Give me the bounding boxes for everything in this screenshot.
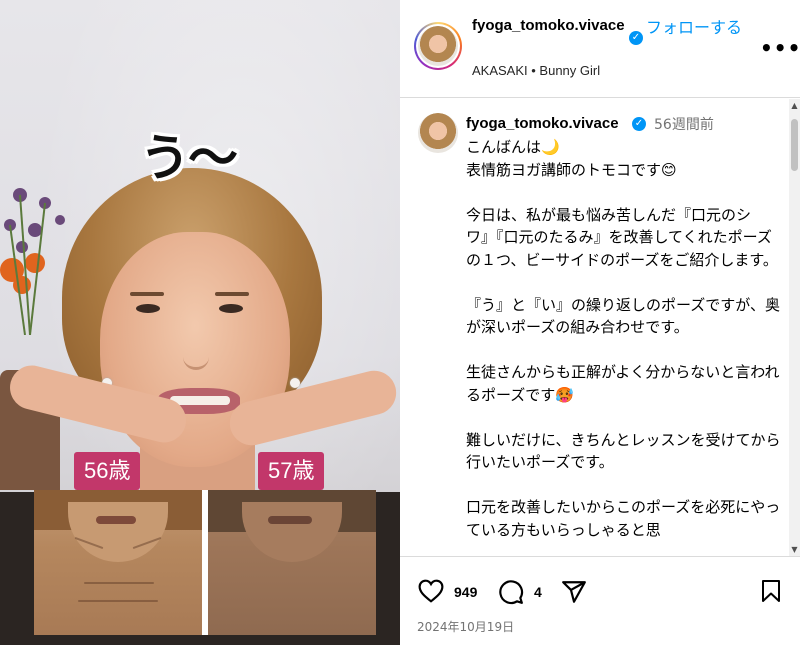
comment-avatar[interactable] — [418, 113, 458, 153]
verified-icon: ✓ — [632, 117, 646, 131]
post-sidebar: fyoga_tomoko.vivace ✓ フォローする AKASAKI • B… — [400, 0, 800, 645]
verified-icon: ✓ — [629, 31, 643, 45]
action-bar: 949 4 2024年10月19日 — [400, 556, 800, 645]
post-header: fyoga_tomoko.vivace ✓ フォローする AKASAKI • B… — [400, 0, 800, 98]
avatar-image — [418, 26, 458, 66]
after-photo — [208, 490, 376, 635]
comment-username[interactable]: fyoga_tomoko.vivace — [466, 115, 619, 132]
after-chin — [242, 502, 342, 562]
scroll-up-icon[interactable]: ▲ — [789, 101, 800, 110]
avatar-frame — [416, 24, 460, 68]
more-icon[interactable]: ••• — [760, 36, 800, 60]
wrinkle — [78, 600, 158, 602]
post-date[interactable]: 2024年10月19日 — [417, 618, 514, 635]
comment-count[interactable]: 4 — [534, 584, 542, 600]
bookmark-icon[interactable] — [760, 579, 782, 603]
scrollbar-thumb[interactable] — [791, 119, 798, 171]
right-eye — [219, 304, 243, 313]
left-eye — [136, 304, 160, 313]
follow-button[interactable]: フォローする — [646, 14, 742, 38]
left-brow — [130, 292, 164, 296]
heart-icon[interactable] — [418, 579, 444, 603]
profile-avatar[interactable] — [414, 22, 462, 70]
scroll-down-icon[interactable]: ▼ — [789, 545, 800, 554]
media-caption: う〜 — [140, 129, 238, 187]
comment-icon[interactable] — [498, 579, 524, 605]
header-username[interactable]: fyoga_tomoko.vivace — [472, 16, 640, 36]
wrinkle — [84, 582, 154, 584]
right-earring — [290, 378, 300, 388]
age-badge-left: 56歳 — [74, 452, 141, 490]
after-lips — [268, 516, 312, 524]
comment-time[interactable]: 56週間前 — [654, 114, 714, 134]
before-chin — [68, 502, 168, 562]
comparison-panel — [34, 490, 376, 635]
comment-body: こんばんは🌙 表情筋ヨガ講師のトモコです😊 今日は、私が最も悩み苦しんだ『口元の… — [466, 138, 781, 539]
comment-scrollbar[interactable]: ▲ ▼ — [789, 99, 800, 556]
post-media[interactable]: う〜 56歳 57歳 — [0, 0, 400, 645]
before-photo — [34, 490, 202, 635]
age-badge-right: 57歳 — [258, 452, 325, 490]
nose — [183, 330, 209, 370]
share-icon[interactable] — [561, 579, 587, 605]
caption-comment: fyoga_tomoko.vivace ✓ 56週間前 こんばんは🌙 表情筋ヨガ… — [400, 99, 788, 556]
location-link[interactable]: AKASAKI • Bunny Girl — [472, 63, 600, 78]
before-lips — [96, 516, 136, 524]
right-brow — [215, 292, 249, 296]
like-count[interactable]: 949 — [454, 584, 477, 600]
